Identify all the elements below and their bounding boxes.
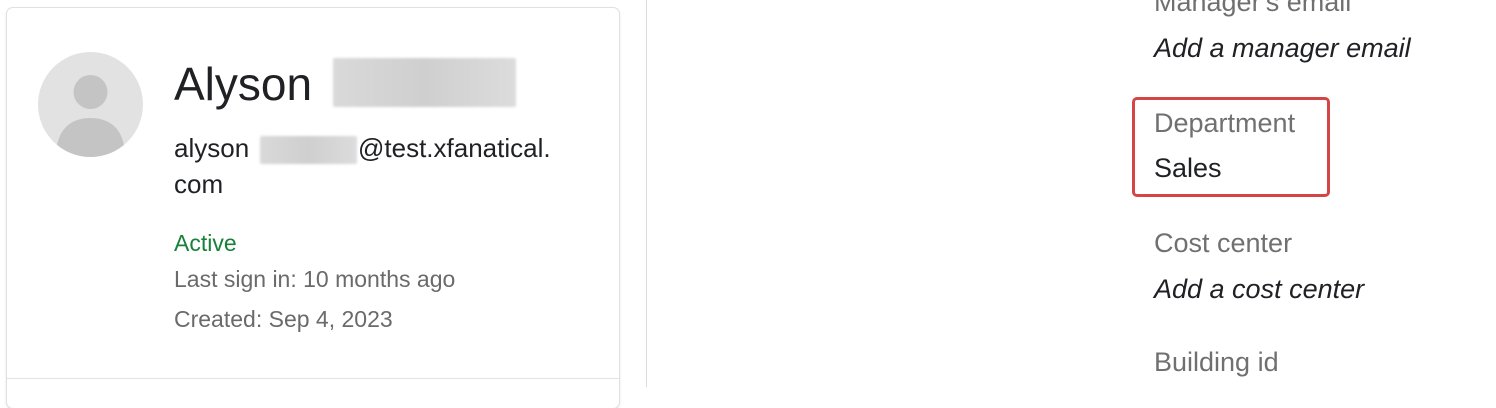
redacted-last-name xyxy=(333,58,516,107)
add-cost-center-link[interactable]: Add a cost center xyxy=(1154,273,1364,305)
avatar xyxy=(38,52,143,157)
user-name: Alyson xyxy=(174,58,313,110)
column-divider xyxy=(646,0,647,387)
building-id-label: Building id xyxy=(1154,347,1279,377)
manager-email-label: Manager's email xyxy=(1154,0,1352,17)
email-prefix: alyson xyxy=(174,133,250,163)
cost-center-label: Cost center xyxy=(1154,228,1293,258)
department-value[interactable]: Sales xyxy=(1154,152,1222,184)
status-badge: Active xyxy=(174,230,237,256)
email-domain: @test.xfanatical. xyxy=(358,133,551,163)
email-domain-end: com xyxy=(174,169,224,199)
last-sign-in: Last sign in: 10 months ago xyxy=(174,266,456,292)
default-avatar-person-icon xyxy=(56,75,125,157)
department-label: Department xyxy=(1154,108,1296,138)
created-date: Created: Sep 4, 2023 xyxy=(174,306,393,332)
add-manager-email-link[interactable]: Add a manager email xyxy=(1154,32,1411,64)
redacted-email-part xyxy=(260,136,357,164)
card-divider xyxy=(7,378,619,379)
